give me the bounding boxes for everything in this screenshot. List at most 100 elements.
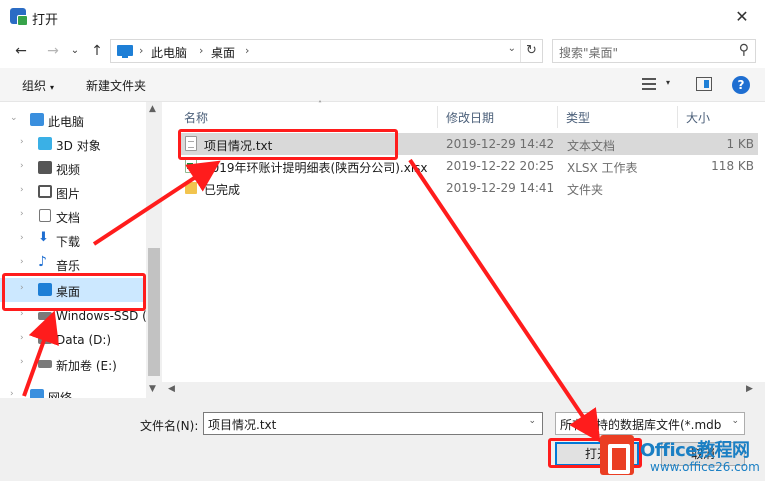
cube-icon — [38, 137, 52, 150]
sidebar-item-pictures[interactable]: › 图片 — [0, 180, 146, 204]
forward-arrow-icon[interactable]: → — [42, 40, 64, 62]
sidebar-item-videos[interactable]: › 视频 — [0, 156, 146, 180]
sort-indicator-icon: ˄ — [318, 100, 322, 109]
network-icon — [30, 389, 44, 398]
new-folder-button[interactable]: 新建文件夹 — [86, 77, 146, 94]
organize-label: 组织 — [22, 79, 47, 93]
document-icon — [39, 209, 51, 222]
scroll-down-icon[interactable]: ▼ — [149, 384, 156, 394]
app-icon — [10, 8, 28, 26]
watermark-brand: Office教程网 — [640, 440, 750, 461]
column-header-size[interactable]: 大小 — [678, 106, 758, 128]
sidebar-item-label: 文档 — [56, 211, 81, 225]
view-list-icon[interactable] — [642, 78, 656, 91]
view-caret-icon[interactable]: ▾ — [666, 78, 670, 87]
column-header-modified[interactable]: 修改日期 — [438, 106, 558, 128]
breadcrumb-separator: › — [199, 44, 204, 57]
address-dropdown-icon[interactable]: ⌄ — [508, 43, 516, 54]
address-bar[interactable]: › 此电脑 › 桌面 › ⌄ ↻ — [110, 39, 543, 63]
sidebar-item-label: 视频 — [56, 163, 81, 177]
chevron-right-icon[interactable]: › — [20, 209, 24, 219]
computer-icon — [30, 113, 44, 126]
chevron-right-icon[interactable]: › — [20, 233, 24, 243]
search-input[interactable]: 搜索"桌面" ⚲ — [552, 39, 756, 63]
chevron-right-icon[interactable]: › — [20, 357, 24, 367]
drive-icon — [38, 360, 52, 368]
sidebar-item-data-drive[interactable]: › Data (D:) — [0, 328, 146, 352]
organize-button[interactable]: 组织 ▾ — [22, 77, 54, 94]
close-button[interactable]: ✕ — [719, 0, 765, 34]
chevron-right-icon[interactable]: › — [20, 161, 24, 171]
sidebar-item-network[interactable]: › 网络 — [0, 384, 146, 398]
filename-label: 文件名(N): — [140, 419, 199, 433]
column-header-name[interactable]: ˄ 名称 — [176, 100, 438, 128]
breadcrumb-this-pc[interactable]: 此电脑 — [151, 44, 187, 61]
file-type-filter-select[interactable]: 所有支持的数据库文件(*.mdb * ⌄ — [555, 412, 745, 435]
office-logo-icon — [600, 435, 634, 475]
sidebar-item-downloads[interactable]: › ⬇ 下载 — [0, 228, 146, 252]
navigation-scrollbar[interactable]: ▲ ▼ — [146, 102, 162, 398]
spreadsheet-file-icon — [185, 158, 197, 173]
chevron-right-icon[interactable]: › — [20, 333, 24, 343]
breadcrumb-separator: › — [139, 44, 144, 57]
file-type: 文件夹 — [567, 183, 604, 197]
filename-input[interactable]: 项目情况.txt ⌄ — [203, 412, 543, 435]
chevron-right-icon[interactable]: › — [10, 389, 14, 398]
refresh-icon[interactable]: ↻ — [520, 40, 542, 62]
chevron-right-icon[interactable]: › — [20, 137, 24, 147]
sidebar-item-label: 3D 对象 — [56, 139, 101, 153]
command-toolbar: 组织 ▾ 新建文件夹 ▾ ? — [0, 68, 765, 102]
highlight-file-box — [178, 129, 398, 160]
breadcrumb-desktop[interactable]: 桌面 — [211, 44, 235, 61]
picture-icon — [38, 185, 52, 198]
navigation-pane: ⌄ 此电脑 › 3D 对象 › 视频 › 图片 › 文档 › ⬇ 下载 › ♪ … — [0, 102, 162, 398]
sidebar-item-label: 音乐 — [56, 259, 81, 273]
sidebar-item-label: 新加卷 (E:) — [56, 359, 117, 373]
up-arrow-icon[interactable]: ↑ — [86, 40, 108, 62]
file-list-horizontal-scrollbar[interactable]: ◀ ▶ — [162, 382, 765, 398]
file-type-filter-value: 所有支持的数据库文件(*.mdb * — [560, 418, 725, 432]
search-placeholder: 搜索"桌面" — [559, 46, 619, 60]
back-arrow-icon[interactable]: ← — [10, 40, 32, 62]
recent-locations-chevron-icon[interactable]: ⌄ — [64, 40, 86, 62]
sidebar-item-this-pc[interactable]: ⌄ 此电脑 — [0, 108, 146, 132]
title-bar: 打开 ✕ — [0, 0, 765, 34]
preview-pane-icon[interactable] — [696, 77, 712, 91]
chevron-right-icon[interactable]: › — [20, 185, 24, 195]
filename-dropdown-icon[interactable]: ⌄ — [528, 416, 536, 426]
folder-icon — [185, 182, 197, 194]
column-header-label: 名称 — [184, 111, 209, 125]
scrollbar-thumb[interactable] — [148, 248, 160, 376]
filename-value: 项目情况.txt — [208, 418, 277, 432]
filter-dropdown-icon[interactable]: ⌄ — [731, 416, 739, 426]
sidebar-item-3d-objects[interactable]: › 3D 对象 — [0, 132, 146, 156]
navigation-bar: ← → ⌄ ↑ › 此电脑 › 桌面 › ⌄ ↻ 搜索"桌面" ⚲ — [0, 34, 765, 68]
chevron-down-icon[interactable]: ⌄ — [10, 113, 18, 123]
sidebar-item-label: Data (D:) — [56, 333, 112, 347]
scroll-up-icon[interactable]: ▲ — [149, 104, 156, 114]
scroll-right-icon[interactable]: ▶ — [746, 384, 753, 394]
watermark: Office教程网 www.office26.com — [600, 433, 765, 479]
column-header-type[interactable]: 类型 — [558, 106, 678, 128]
file-name: 已完成 — [204, 183, 241, 197]
sidebar-item-label: 图片 — [56, 187, 81, 201]
sidebar-item-new-volume[interactable]: › 新加卷 (E:) — [0, 352, 146, 376]
chevron-right-icon[interactable]: › — [20, 257, 24, 267]
file-row[interactable]: 已完成 2019-12-29 14:41 文件夹 — [178, 177, 758, 199]
search-icon[interactable]: ⚲ — [739, 42, 749, 58]
help-icon[interactable]: ? — [732, 76, 750, 94]
file-size: 118 KB — [711, 159, 754, 173]
file-modified: 2019-12-29 14:42 — [446, 137, 555, 151]
scroll-left-icon[interactable]: ◀ — [168, 384, 175, 394]
breadcrumb-separator: › — [245, 44, 250, 57]
file-size: 1 KB — [726, 137, 754, 151]
drive-icon — [38, 312, 52, 320]
watermark-url: www.office26.com — [650, 460, 760, 474]
sidebar-item-label: 下载 — [56, 235, 81, 249]
sidebar-item-label: 网络 — [48, 391, 73, 398]
organize-caret-icon: ▾ — [50, 83, 55, 92]
sidebar-item-label: Windows-SSD ( — [56, 309, 147, 323]
sidebar-item-documents[interactable]: › 文档 — [0, 204, 146, 228]
highlight-desktop-box — [2, 273, 146, 311]
file-type: XLSX 工作表 — [567, 161, 638, 175]
